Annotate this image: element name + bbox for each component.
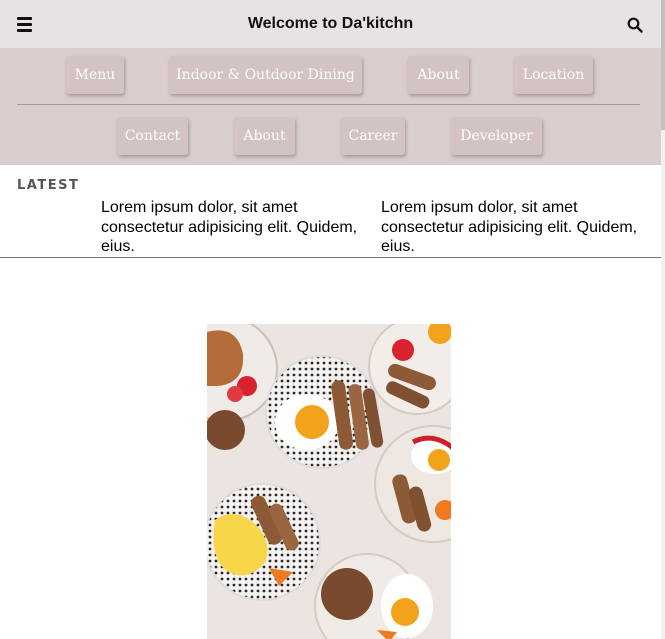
search-icon[interactable] — [627, 17, 643, 33]
page-title: Welcome to Da'kitchn — [247, 15, 414, 32]
vertical-scrollbar[interactable] — [661, 0, 665, 639]
nav-dining-button[interactable]: Indoor & Outdoor Dining — [169, 56, 362, 94]
latest-section: LATEST Lorem ipsum dolor, sit amet conse… — [0, 165, 661, 258]
nav-developer-button[interactable]: Developer — [451, 117, 542, 155]
nav-menu-button[interactable]: Menu — [66, 56, 124, 94]
latest-heading: LATEST — [17, 178, 80, 193]
nav-about-button[interactable]: About — [408, 56, 469, 94]
hamburger-menu-icon[interactable] — [17, 17, 32, 32]
news-item[interactable]: Lorem ipsum dolor, sit amet consectetur … — [101, 198, 366, 257]
nav-contact-button[interactable]: Contact — [117, 117, 188, 155]
nav-about-button-2[interactable]: About — [234, 117, 295, 155]
scrollbar-thumb[interactable] — [661, 0, 665, 130]
nav-career-button[interactable]: Career — [341, 117, 405, 155]
breakfast-plates-photo — [207, 324, 451, 639]
navigation-panel: Menu Indoor & Outdoor Dining About Locat… — [0, 49, 661, 165]
top-app-bar: Welcome to Da'kitchn — [0, 0, 661, 49]
nav-location-button[interactable]: Location — [514, 56, 593, 94]
nav-divider — [17, 104, 640, 105]
news-item[interactable]: Lorem ipsum dolor, sit amet consectetur … — [381, 198, 646, 257]
